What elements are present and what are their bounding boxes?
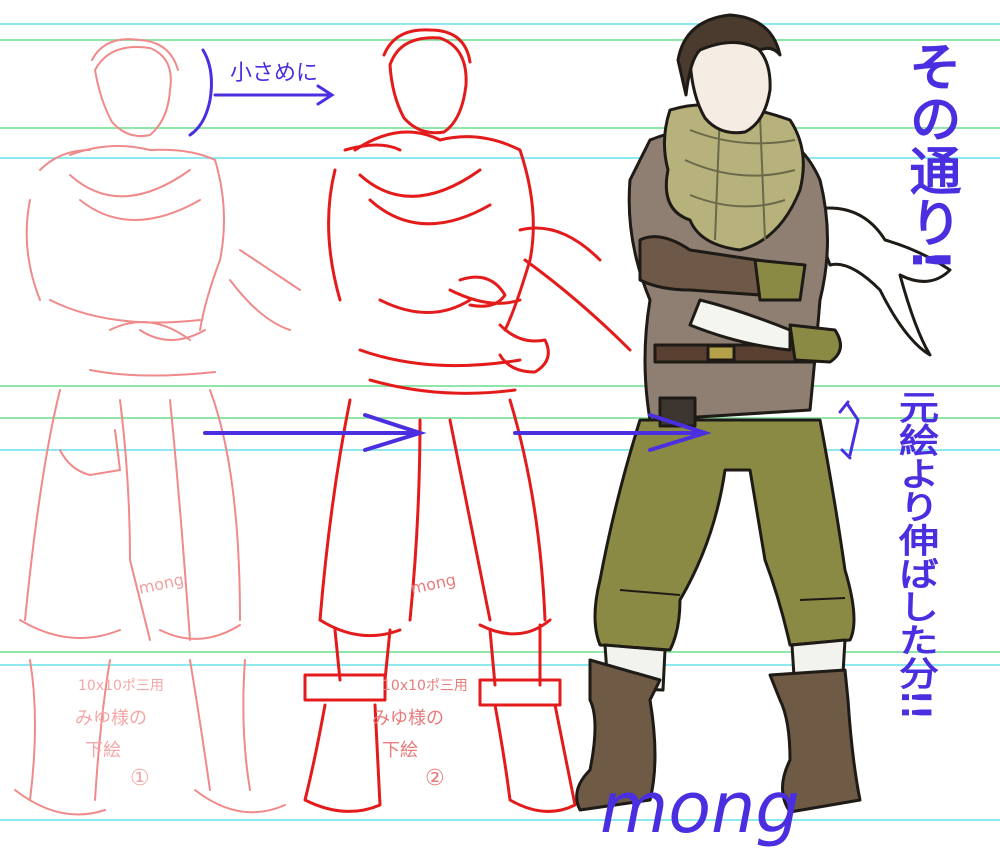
sketch-one-note-number: ① xyxy=(130,766,150,791)
sketch-one xyxy=(14,38,301,816)
signature: mong xyxy=(600,767,800,849)
sketch-one-note-line1: 10x10ポ三用 xyxy=(78,678,164,694)
sketch-two-watermark: mong xyxy=(409,570,458,598)
sketch-one-note: 10x10ポ三用 みゆ様の 下絵 ① xyxy=(75,678,164,791)
annotation-extended: 元絵より伸ばした分!! xyxy=(892,390,940,720)
sketch-one-note-line3: 下絵 xyxy=(85,740,121,761)
sketch-two xyxy=(303,28,632,813)
sketch-two-note-line1: 10x10ポ三用 xyxy=(382,678,468,694)
sketch-two-note-line3: 下絵 xyxy=(382,740,418,761)
sketch-one-note-line2: みゆ様の xyxy=(75,708,147,729)
bracket-icon xyxy=(188,48,213,137)
annotation-smaller: 小さめに xyxy=(230,61,318,86)
sketch-two-note-number: ② xyxy=(425,766,445,791)
illustration-canvas: mong 10x10ポ三用 みゆ様の 下絵 ① mong 10x10ポ三用 みゆ… xyxy=(0,0,1000,849)
sketch-watermark: mong xyxy=(137,570,186,598)
annotation-as-is: その通り! xyxy=(900,40,961,272)
sketch-two-note-line2: みゆ様の xyxy=(372,708,444,729)
double-arrow-icon xyxy=(846,403,860,457)
drawing: mong 10x10ポ三用 みゆ様の 下絵 ① mong 10x10ポ三用 みゆ… xyxy=(0,13,1000,849)
